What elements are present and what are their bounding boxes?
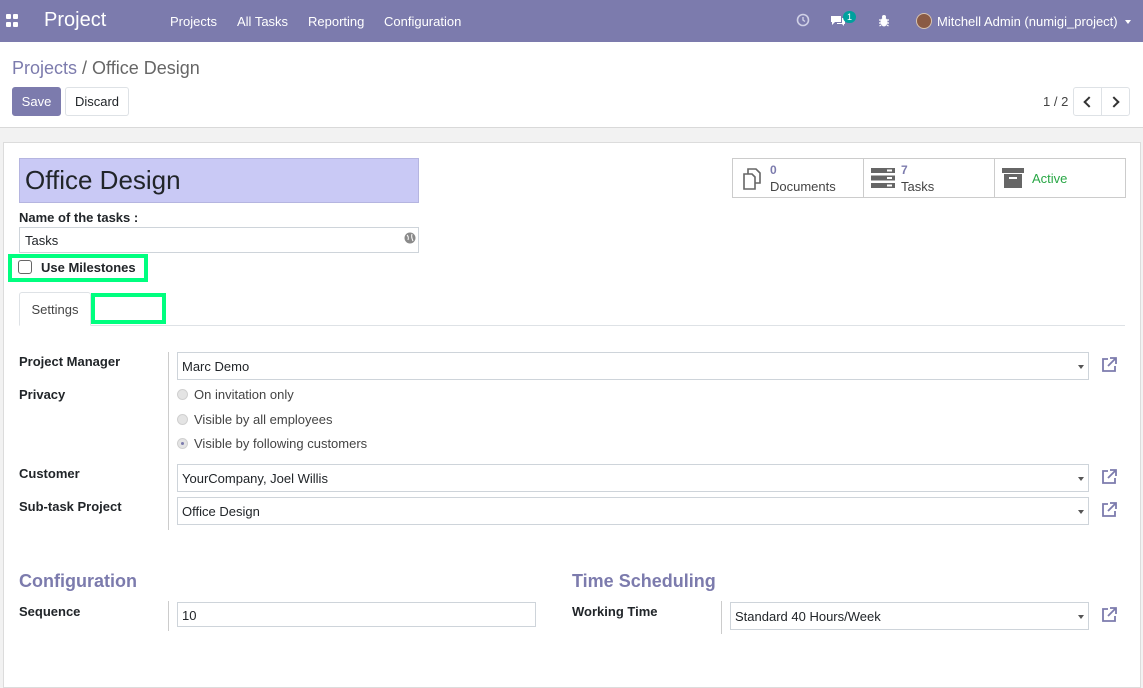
- settings-group-divider: [168, 352, 169, 530]
- highlight-empty-tab[interactable]: [91, 293, 166, 324]
- menu-reporting[interactable]: Reporting: [308, 14, 364, 29]
- chevron-left-icon: [1083, 95, 1095, 108]
- debug-bug-icon[interactable]: [878, 14, 890, 28]
- user-avatar[interactable]: [916, 13, 932, 29]
- discard-button[interactable]: Discard: [65, 87, 129, 116]
- archive-icon: [1002, 168, 1024, 188]
- working-time-value: Standard 40 Hours/Week: [735, 609, 881, 624]
- tasks-stat-button[interactable]: 7 Tasks: [863, 158, 995, 198]
- use-milestones-label[interactable]: Use Milestones: [41, 260, 136, 275]
- documents-count: 0: [770, 163, 777, 177]
- customer-label: Customer: [19, 466, 80, 481]
- top-navbar: Project Projects All Tasks Reporting Con…: [0, 0, 1143, 42]
- documents-label: Documents: [770, 179, 836, 194]
- dropdown-caret-icon: [1078, 477, 1084, 481]
- external-link-icon[interactable]: [1100, 468, 1118, 486]
- customer-select[interactable]: YourCompany, Joel Willis: [177, 464, 1089, 492]
- sequence-input[interactable]: 10: [177, 602, 536, 627]
- activity-clock-icon[interactable]: [796, 13, 810, 27]
- config-group-divider: [168, 601, 169, 631]
- tabs-divider: [19, 325, 1125, 326]
- menu-projects[interactable]: Projects: [170, 14, 217, 29]
- dropdown-caret-icon: [1078, 510, 1084, 514]
- breadcrumb-separator: /: [82, 58, 88, 78]
- project-manager-label: Project Manager: [19, 354, 121, 369]
- privacy-option-employees[interactable]: Visible by all employees: [194, 412, 333, 427]
- project-name-input[interactable]: Office Design: [19, 158, 419, 203]
- project-manager-select[interactable]: Marc Demo: [177, 352, 1089, 380]
- customer-value: YourCompany, Joel Willis: [182, 471, 328, 486]
- tasks-icon: [871, 168, 895, 188]
- dropdown-caret-icon: [1078, 615, 1084, 619]
- task-name-input[interactable]: Tasks: [19, 227, 419, 253]
- tasks-label: Tasks: [901, 179, 935, 194]
- task-name-label: Name of the tasks :: [19, 210, 139, 225]
- privacy-radio-customers[interactable]: [177, 438, 188, 449]
- subtask-project-select[interactable]: Office Design: [177, 497, 1089, 525]
- privacy-radio-employees[interactable]: [177, 414, 188, 425]
- pager-previous-button[interactable]: [1073, 87, 1102, 116]
- menu-configuration[interactable]: Configuration: [384, 14, 461, 29]
- breadcrumb-current: Office Design: [92, 58, 200, 78]
- time-scheduling-section-title: Time Scheduling: [572, 571, 716, 591]
- chevron-right-icon: [1108, 95, 1120, 108]
- breadcrumb-projects[interactable]: Projects: [12, 58, 77, 78]
- external-link-icon[interactable]: [1100, 356, 1118, 374]
- privacy-option-invitation[interactable]: On invitation only: [194, 387, 294, 402]
- pager-next-button[interactable]: [1101, 87, 1130, 116]
- external-link-icon[interactable]: [1100, 606, 1118, 624]
- privacy-option-customers[interactable]: Visible by following customers: [194, 436, 367, 451]
- documents-stat-button[interactable]: 0 Documents: [732, 158, 864, 198]
- pager-value[interactable]: 1 / 2: [1043, 94, 1068, 109]
- globe-translate-icon[interactable]: [404, 232, 416, 244]
- active-toggle-button[interactable]: Active: [994, 158, 1126, 198]
- tab-settings[interactable]: Settings: [19, 292, 91, 326]
- sequence-label: Sequence: [19, 604, 81, 619]
- use-milestones-checkbox[interactable]: [18, 260, 32, 274]
- subtask-project-value: Office Design: [182, 504, 260, 519]
- time-group-divider: [721, 601, 722, 634]
- external-link-icon[interactable]: [1100, 501, 1118, 519]
- tasks-count: 7: [901, 163, 908, 177]
- menu-all-tasks[interactable]: All Tasks: [237, 14, 288, 29]
- working-time-select[interactable]: Standard 40 Hours/Week: [730, 602, 1089, 630]
- save-button[interactable]: Save: [12, 87, 61, 116]
- dropdown-caret-icon: [1078, 365, 1084, 369]
- privacy-radio-invitation[interactable]: [177, 389, 188, 400]
- project-manager-value: Marc Demo: [182, 359, 250, 374]
- configuration-section-title: Configuration: [19, 571, 137, 591]
- apps-menu-icon[interactable]: [6, 14, 19, 27]
- messages-badge: 1: [843, 11, 857, 23]
- breadcrumb: Projects / Office Design: [12, 58, 200, 79]
- documents-icon: [743, 168, 761, 190]
- user-menu[interactable]: Mitchell Admin (numigi_project): [937, 14, 1118, 29]
- active-label: Active: [1032, 171, 1068, 186]
- user-caret-icon[interactable]: [1125, 20, 1131, 24]
- subtask-project-label: Sub-task Project: [19, 499, 122, 514]
- working-time-label: Working Time: [572, 604, 658, 619]
- app-brand[interactable]: Project: [44, 9, 106, 32]
- privacy-label: Privacy: [19, 387, 66, 402]
